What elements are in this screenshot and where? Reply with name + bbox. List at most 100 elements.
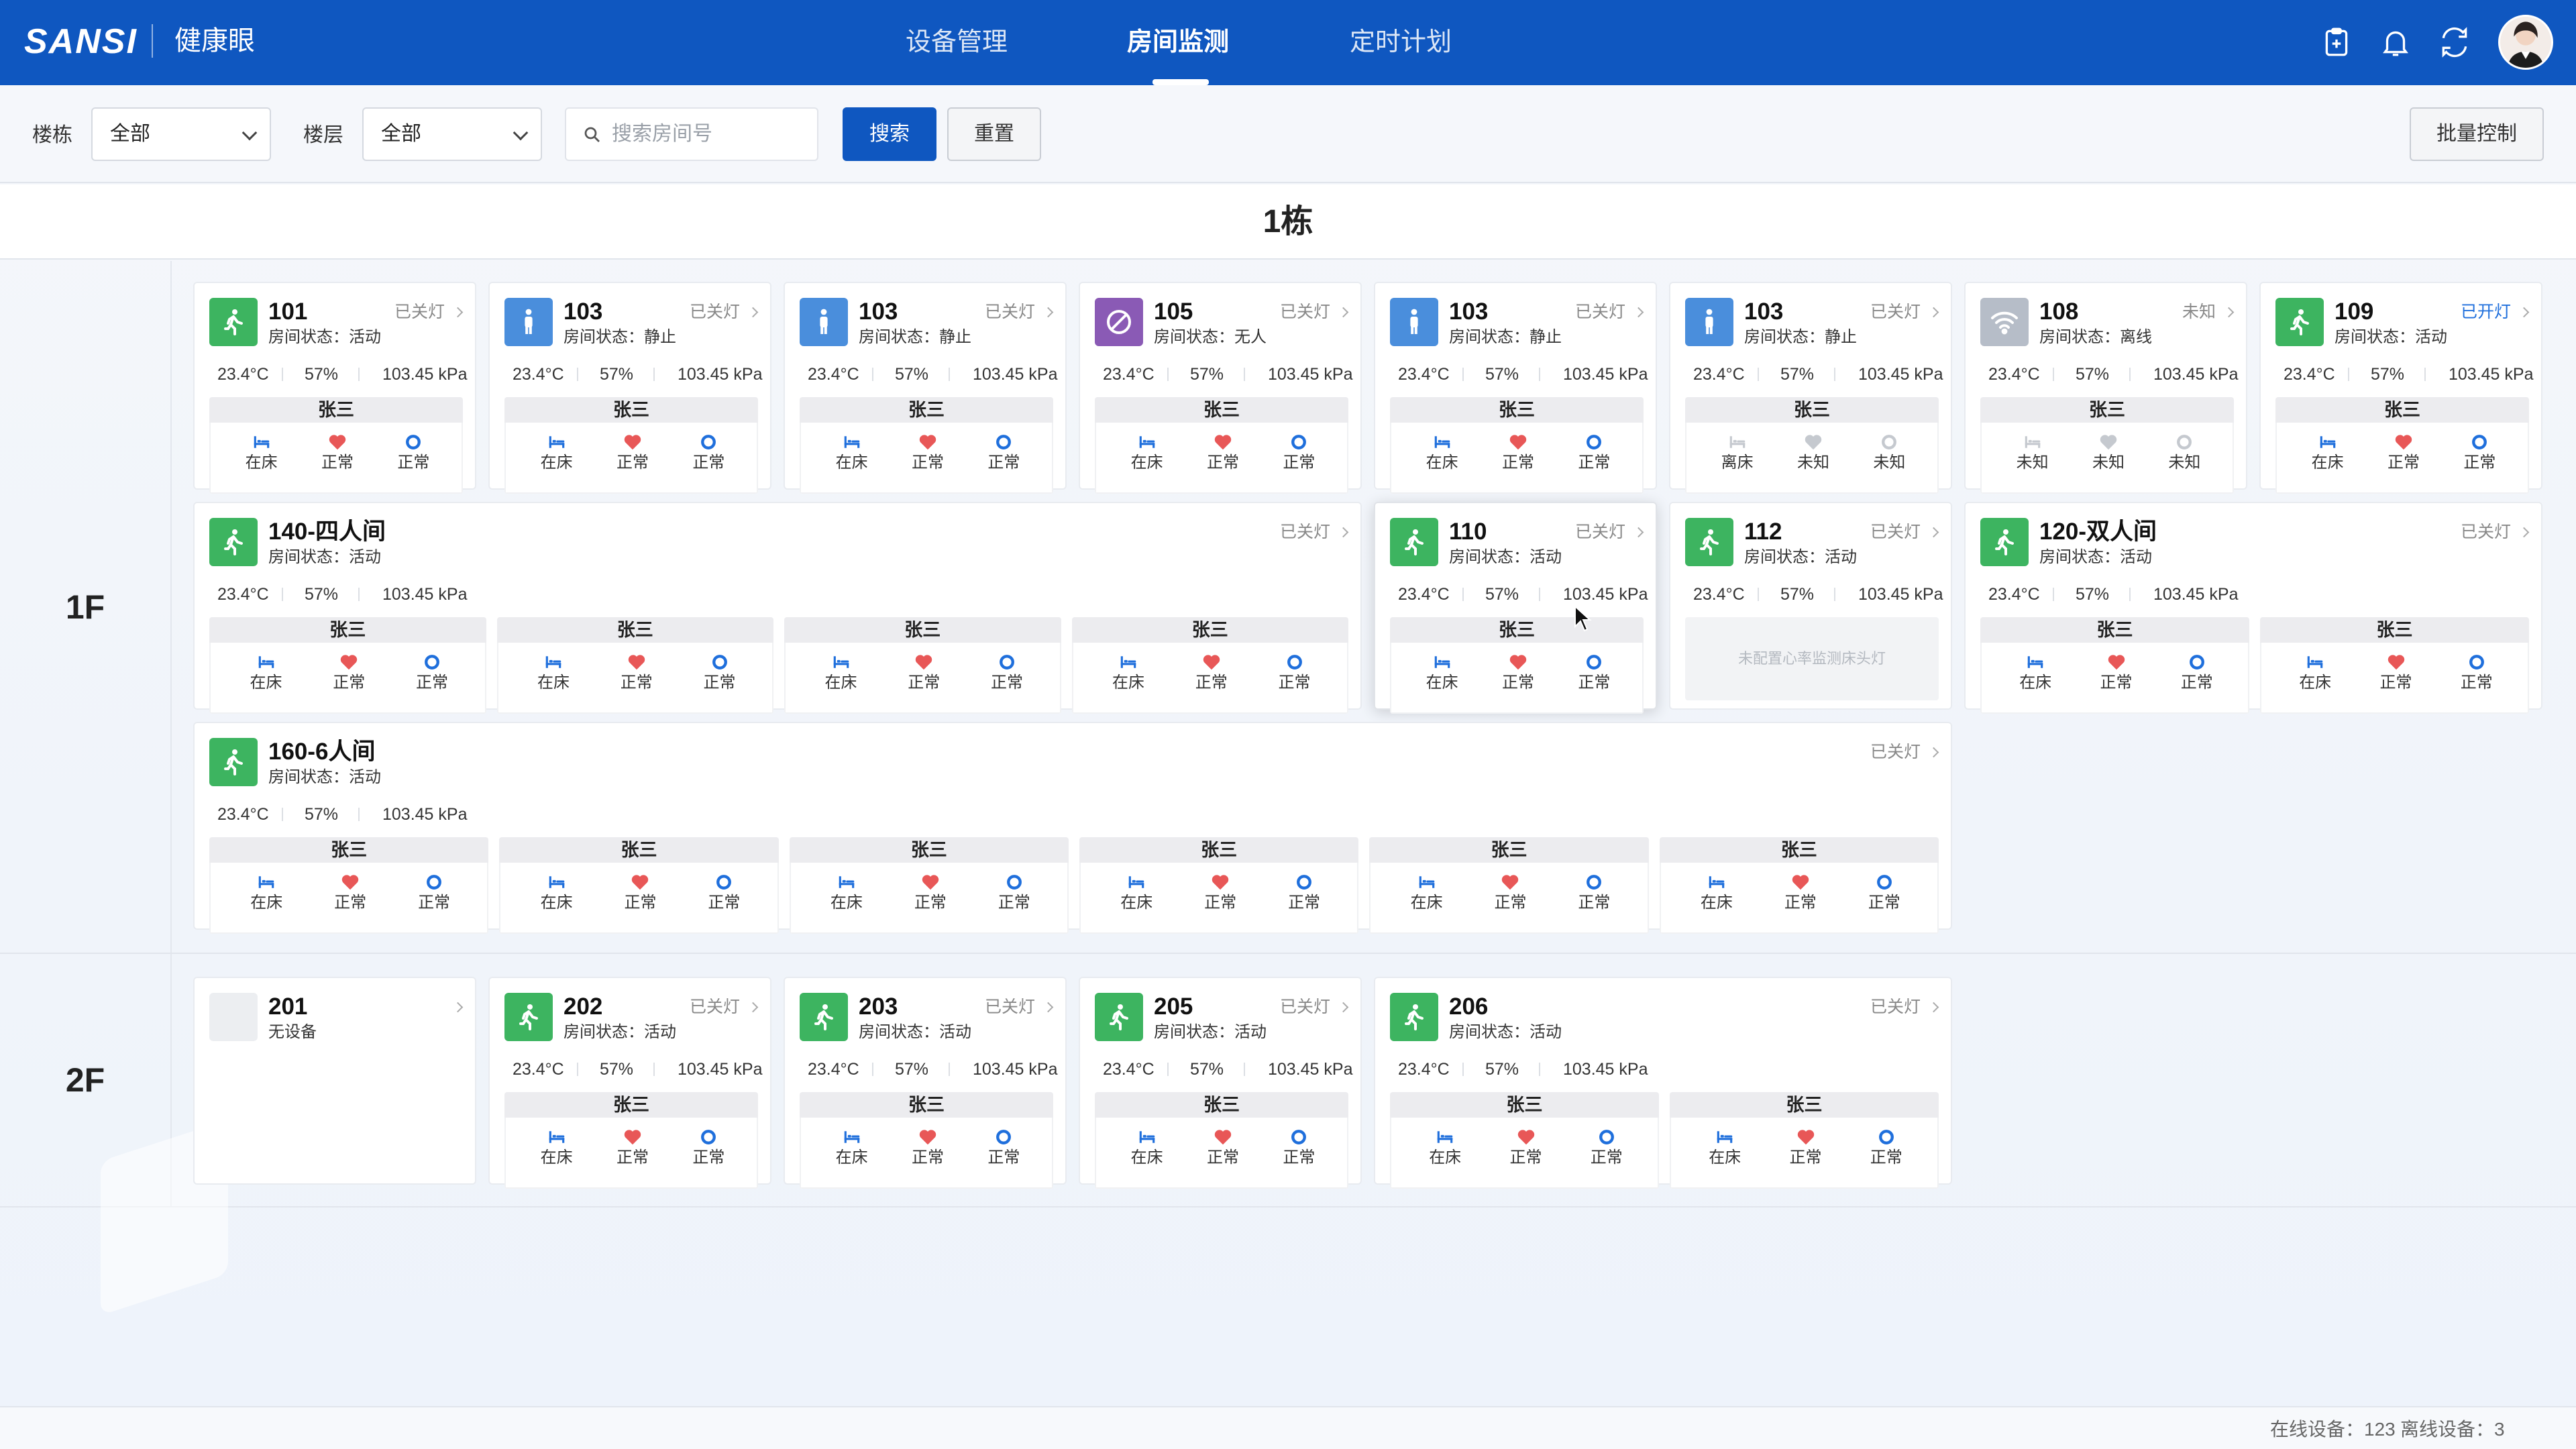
bed-occupancy-text: 在床 [1130,1148,1163,1167]
bed-monitor[interactable]: 张三 在床 正常 正常 [1071,617,1348,714]
lamp-status[interactable]: 未知 [2182,302,2235,322]
breathing-ring-icon [394,872,474,892]
bed-monitor[interactable]: 张三 在床 正常 正常 [496,617,773,714]
bed-monitor[interactable]: 张三 在床 正常 正常 [784,617,1061,714]
bed-monitor[interactable]: 张三 在床 正常 正常 [1095,1092,1348,1189]
bed-monitor[interactable]: 张三 在床 正常 正常 [800,397,1053,494]
translate-icon[interactable] [2438,25,2471,59]
room-card[interactable]: 112 房间状态：活动 已关灯 23.4°C 57% 103.45 kPa 未配置心率监测床… [1669,502,1952,710]
bed-monitor[interactable]: 张三 未知 未知 未知 [1980,397,2234,494]
room-search-box[interactable] [565,107,818,161]
bell-icon[interactable] [2379,25,2412,59]
room-card[interactable]: 140-四人间 房间状态：活动 已关灯 23.4°C 57% 103.45 kPa 张三 在床… [193,502,1362,714]
room-card[interactable]: 110 房间状态：活动 已关灯 23.4°C 57% 103.45 kPa 张三 在床 正常 正常 [1374,502,1657,714]
lamp-status[interactable]: 已关灯 [1280,522,1349,542]
nav-tab-schedule[interactable]: 定时计划 [1350,25,1452,59]
lamp-status[interactable]: 已关灯 [394,302,464,322]
bed-monitor[interactable]: 张三 在床 正常 正常 [1670,1092,1939,1189]
room-status: 房间状态：活动 [1449,1022,1562,1042]
lamp-status[interactable]: 已开灯 [2461,302,2530,322]
clipboard-icon[interactable] [2320,25,2353,59]
bed-monitor[interactable]: 张三 离床 未知 未知 [1685,397,1939,494]
lamp-status[interactable]: 已关灯 [1280,302,1349,322]
bed-monitor[interactable]: 张三 在床 正常 正常 [504,1092,758,1189]
room-card[interactable]: 202 房间状态：活动 已关灯 23.4°C 57% 103.45 kPa 张三 在床 正常 正常 [488,977,771,1189]
lamp-status[interactable] [445,997,464,1017]
bed-monitor[interactable]: 张三 在床 正常 正常 [1095,397,1348,494]
walking-person-icon [209,518,258,566]
lamp-status[interactable]: 已关灯 [985,997,1054,1017]
bed-monitor[interactable]: 张三 在床 正常 正常 [1659,837,1939,934]
bed-occupancy-text: 在床 [1130,453,1163,472]
batch-control-button[interactable]: 批量控制 [2410,107,2544,161]
bed-monitor[interactable]: 张三 在床 正常 正常 [209,397,463,494]
lamp-status[interactable]: 已关灯 [1280,997,1349,1017]
bed-monitor[interactable]: 张三 在床 正常 正常 [1390,1092,1659,1189]
room-card[interactable]: 160-6人间 房间状态：活动 已关灯 23.4°C 57% 103.45 kPa 张三 在床… [193,722,1952,934]
bed-monitor[interactable]: 张三 在床 正常 正常 [2275,397,2529,494]
room-status-label: 房间状态： [564,1023,644,1041]
lamp-status[interactable]: 已关灯 [1575,522,1644,542]
lamp-status[interactable]: 已关灯 [1870,742,1939,762]
breathing-text: 正常 [692,1148,725,1167]
search-button[interactable]: 搜索 [843,107,936,161]
bed-monitor[interactable]: 张三 在床 正常 正常 [1390,397,1644,494]
breathing-ring-icon [1846,1127,1927,1147]
walking-person-icon [209,738,258,786]
heart-icon [2356,652,2436,672]
lamp-status[interactable]: 已关灯 [1870,522,1939,542]
breathing: 正常 [1846,1123,1927,1167]
nav-tab-room-monitoring[interactable]: 房间监测 [1127,25,1229,59]
heart-rate: 正常 [297,428,378,472]
lamp-status[interactable]: 已关灯 [1575,302,1644,322]
room-search-input[interactable] [612,118,806,150]
bed-monitor[interactable]: 张三 在床 正常 正常 [2260,617,2529,714]
room-card[interactable]: 103 房间状态：静止 已关灯 23.4°C 57% 103.45 kPa 张三 在床 正常 正常 [488,282,771,494]
room-card[interactable]: 109 房间状态：活动 已开灯 23.4°C 57% 103.45 kPa 张三 在床 正常 正常 [2259,282,2542,494]
room-status-label: 房间状态： [859,1023,939,1041]
bed-monitor[interactable]: 张三 在床 正常 正常 [1369,837,1649,934]
walking-person-icon [1980,518,2029,566]
bed-monitor[interactable]: 张三 在床 正常 正常 [1079,837,1359,934]
bed-monitor[interactable]: 张三 在床 正常 正常 [1390,617,1644,714]
bed-monitor[interactable]: 张三 在床 正常 正常 [209,837,489,934]
lamp-status[interactable]: 已关灯 [985,302,1054,322]
reset-button[interactable]: 重置 [947,107,1041,161]
building-select[interactable]: 全部 [91,107,271,161]
room-card[interactable]: 206 房间状态：活动 已关灯 23.4°C 57% 103.45 kPa 张三 在床 正常 正常… [1374,977,1952,1189]
heart-rate: 正常 [310,868,390,912]
divider [358,368,360,381]
lamp-status[interactable]: 已关灯 [1870,302,1939,322]
bed-occupancy: 在床 [1107,428,1187,472]
room-status: 无设备 [268,1022,317,1042]
floor-select[interactable]: 全部 [362,107,542,161]
room-card[interactable]: 105 房间状态：无人 已关灯 23.4°C 57% 103.45 kPa 张三 在床 正常 正常 [1079,282,1362,494]
bed-monitor[interactable]: 张三 在床 正常 正常 [789,837,1069,934]
nav-tab-device-management[interactable]: 设备管理 [906,25,1008,59]
environment-readings: 23.4°C 57% 103.45 kPa [504,362,763,386]
bed-monitor[interactable]: 张三 在床 正常 正常 [1980,617,2249,714]
bed-occupancy-text: 在床 [540,894,573,912]
room-card[interactable]: 201 无设备 [193,977,476,1185]
bed-monitor[interactable]: 张三 在床 正常 正常 [209,617,486,714]
room-card[interactable]: 108 房间状态：离线 未知 23.4°C 57% 103.45 kPa 张三 未知 未知 未知 [1964,282,2247,494]
room-card[interactable]: 103 房间状态：静止 已关灯 23.4°C 57% 103.45 kPa 张三 在床 正常 正常 [784,282,1067,494]
lamp-status[interactable]: 已关灯 [690,302,759,322]
lamp-status[interactable]: 已关灯 [2461,522,2530,542]
room-card[interactable]: 103 房间状态：静止 已关灯 23.4°C 57% 103.45 kPa 张三 在床 正常 正常 [1374,282,1657,494]
heart-rate: 正常 [596,648,677,692]
room-card[interactable]: 101 房间状态：活动 已关灯 23.4°C 57% 103.45 kPa 张三 在床 正常 正常 [193,282,476,494]
user-avatar[interactable] [2498,15,2553,70]
lamp-status[interactable]: 已关灯 [690,997,759,1017]
room-number: 105 [1154,299,1193,325]
room-card[interactable]: 203 房间状态：活动 已关灯 23.4°C 57% 103.45 kPa 张三 在床 正常 正常 [784,977,1067,1189]
bed-monitor[interactable]: 张三 在床 正常 正常 [800,1092,1053,1189]
room-card[interactable]: 120-双人间 房间状态：活动 已关灯 23.4°C 57% 103.45 kPa 张三 在床… [1964,502,2542,714]
environment-readings: 23.4°C 57% 103.45 kPa [800,1057,1058,1081]
room-card[interactable]: 205 房间状态：活动 已关灯 23.4°C 57% 103.45 kPa 张三 在床 正常 正常 [1079,977,1362,1189]
lamp-status[interactable]: 已关灯 [1870,997,1939,1017]
bed-monitor[interactable]: 张三 在床 正常 正常 [504,397,758,494]
room-card[interactable]: 103 房间状态：静止 已关灯 23.4°C 57% 103.45 kPa 张三 离床 未知 未知 [1669,282,1952,494]
bed-monitor[interactable]: 张三 在床 正常 正常 [499,837,779,934]
heart-rate-text: 正常 [2100,674,2133,692]
